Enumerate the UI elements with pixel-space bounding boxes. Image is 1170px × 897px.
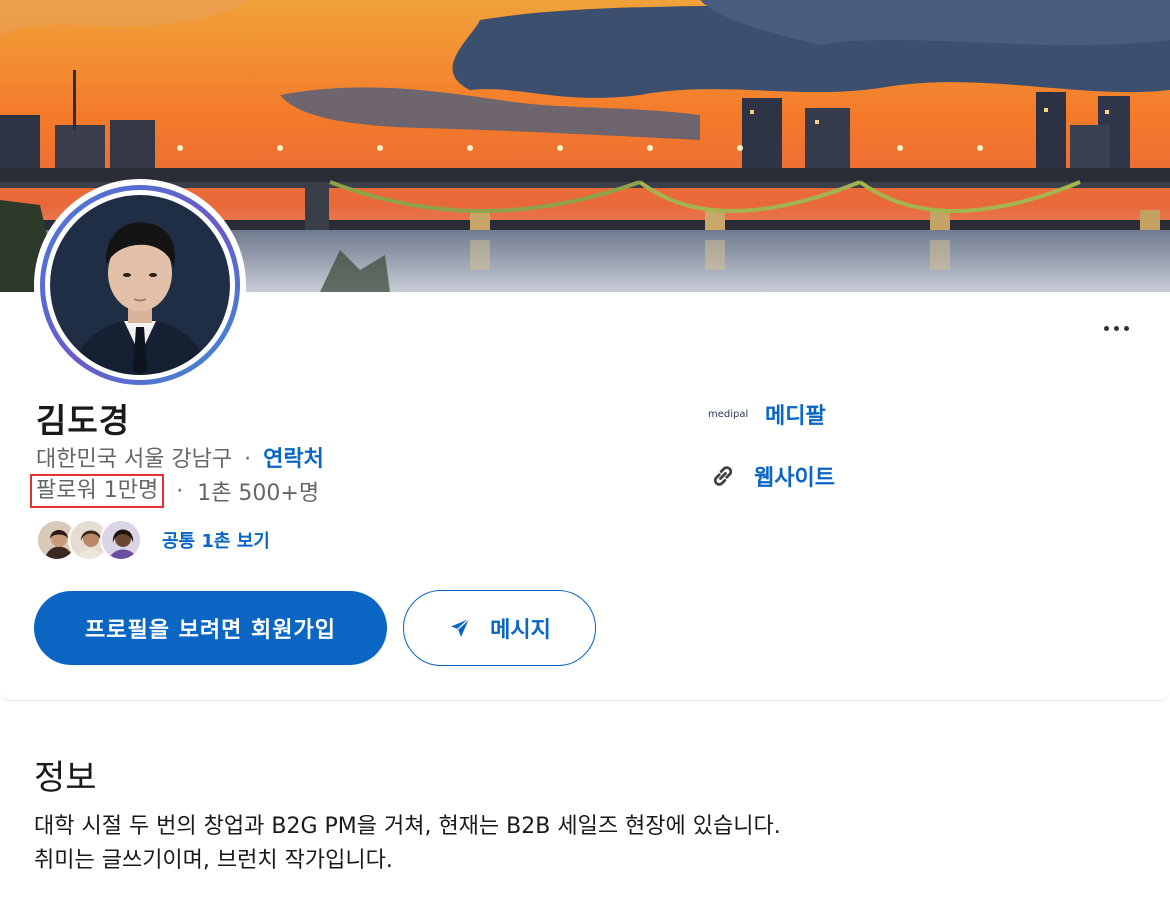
mutual-avatar (100, 519, 142, 561)
website-link[interactable]: 웹사이트 (708, 460, 835, 492)
company-name: 메디팔 (765, 404, 826, 429)
company-logo: medipal (708, 399, 748, 429)
more-options-button[interactable] (1096, 316, 1136, 340)
profile-avatar[interactable] (34, 179, 246, 391)
separator-dot: · (244, 447, 252, 472)
company-logo-text: medipal (708, 408, 749, 420)
message-button[interactable]: 메시지 (403, 590, 596, 666)
more-dot-icon (1103, 325, 1109, 331)
join-to-view-profile-button[interactable]: 프로필을 보려면 회원가입 (34, 591, 387, 665)
location-line: 대한민국 서울 강남구 · 연락처 (36, 441, 324, 473)
avatar-gradient-border (40, 185, 240, 385)
mutual-connections[interactable]: 공통 1촌 보기 (36, 516, 270, 564)
mutual-connections-link[interactable]: 공통 1촌 보기 (162, 527, 270, 553)
location-text: 대한민국 서울 강남구 (36, 447, 233, 472)
followers-count: 팔로워 1만명 (30, 474, 165, 508)
more-dot-icon (1113, 325, 1119, 331)
more-dot-icon (1123, 325, 1129, 331)
send-icon (451, 618, 470, 637)
about-title: 정보 (34, 758, 97, 798)
message-button-label: 메시지 (490, 618, 551, 643)
about-line: 취미는 글쓰기이며, 브런치 작가입니다. (34, 848, 393, 873)
avatar-photo (45, 190, 235, 380)
about-section: 정보 대학 시절 두 번의 창업과 B2G PM을 거쳐, 현재는 B2B 세일… (0, 702, 1170, 897)
current-company-link[interactable]: medipal 메디팔 (708, 398, 826, 430)
profile-card: 김도경 대한민국 서울 강남구 · 연락처 팔로워 1만명 · 1촌 500+명 공… (0, 0, 1170, 701)
profile-name: 김도경 (36, 401, 131, 440)
connections-count: 1촌 500+명 (197, 481, 320, 506)
website-label: 웹사이트 (754, 466, 835, 491)
about-text: 대학 시절 두 번의 창업과 B2G PM을 거쳐, 현재는 B2B 세일즈 현… (34, 810, 781, 878)
link-icon (713, 466, 733, 486)
contact-info-link[interactable]: 연락처 (263, 447, 324, 472)
follow-line: 팔로워 1만명 · 1촌 500+명 (30, 474, 319, 508)
about-line: 대학 시절 두 번의 창업과 B2G PM을 거쳐, 현재는 B2B 세일즈 현… (34, 814, 781, 839)
separator-dot: · (176, 478, 184, 504)
